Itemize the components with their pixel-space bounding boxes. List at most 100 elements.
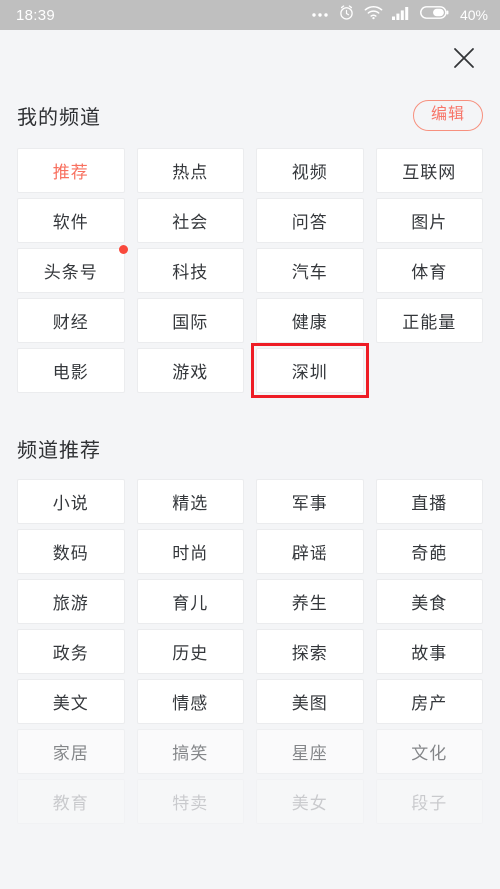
channel-label: 养生: [291, 594, 328, 613]
channel-label: 互联网: [402, 163, 457, 182]
channel-tile-1[interactable]: 热点: [136, 148, 244, 193]
channel-label: 育儿: [172, 594, 209, 613]
channel-label: 图片: [411, 213, 448, 232]
recommend-tile-13[interactable]: 历史: [136, 629, 244, 674]
channel-tile-5[interactable]: 社会: [136, 198, 244, 243]
channel-label: 军事: [291, 494, 328, 513]
channel-tile-12[interactable]: 财经: [17, 298, 125, 343]
channel-label: 体育: [411, 263, 448, 282]
channel-label: 视频: [291, 163, 328, 182]
channel-label: 软件: [52, 213, 89, 232]
channel-label: 游戏: [172, 363, 209, 382]
channel-tile-16[interactable]: 电影: [17, 348, 125, 393]
channel-tile-7[interactable]: 图片: [375, 198, 483, 243]
recommend-tile-8[interactable]: 旅游: [17, 579, 125, 624]
channel-label: 国际: [172, 313, 209, 332]
channel-manager-panel: 我的频道 编辑 推荐 热点 视频 互联网软件 社会 问答 图片头条号 科技 汽车 体育财经 国际 健康…: [0, 30, 500, 889]
close-button[interactable]: [442, 38, 486, 82]
channel-tile-14[interactable]: 健康: [256, 298, 364, 343]
recommend-tile-11[interactable]: 美食: [375, 579, 483, 624]
channel-tile-11[interactable]: 体育: [375, 248, 483, 293]
channel-tile-17[interactable]: 游戏: [136, 348, 244, 393]
channel-tile-0[interactable]: 推荐: [17, 148, 125, 193]
recommend-tile-22[interactable]: 星座: [256, 729, 364, 774]
channel-label: 美食: [411, 594, 448, 613]
edit-button[interactable]: 编辑: [412, 99, 483, 131]
channel-label: 热点: [172, 163, 209, 182]
recommend-tile-17[interactable]: 情感: [136, 679, 244, 724]
recommend-tile-14[interactable]: 探索: [256, 629, 364, 674]
channel-label: 情感: [172, 694, 209, 713]
recommend-tile-0[interactable]: 小说: [17, 479, 125, 524]
battery-icon: [420, 5, 449, 25]
recommend-tile-1[interactable]: 精选: [136, 479, 244, 524]
channel-label: 汽车: [291, 263, 328, 282]
panel-top-bar: [0, 30, 500, 92]
channel-label: 正能量: [402, 313, 457, 332]
channel-label: 文化: [411, 744, 448, 763]
recommend-tile-10[interactable]: 养生: [256, 579, 364, 624]
signal-bars-icon: [391, 6, 411, 25]
channel-tile-3[interactable]: 互联网: [375, 148, 483, 193]
channel-recommend-title: 频道推荐: [17, 439, 101, 462]
close-icon: [451, 45, 477, 76]
channel-tile-6[interactable]: 问答: [256, 198, 364, 243]
channel-tile-13[interactable]: 国际: [136, 298, 244, 343]
channel-tile-15[interactable]: 正能量: [375, 298, 483, 343]
channel-label: 美文: [52, 694, 89, 713]
status-bar: 18:39 40%: [0, 0, 500, 30]
recommend-tile-5[interactable]: 时尚: [136, 529, 244, 574]
channel-label: 房产: [411, 694, 448, 713]
channel-tile-9[interactable]: 科技: [136, 248, 244, 293]
channel-label: 历史: [172, 644, 209, 663]
recommend-tile-27[interactable]: 段子: [375, 779, 483, 824]
channel-label: 星座: [291, 744, 328, 763]
recommend-tile-20[interactable]: 家居: [17, 729, 125, 774]
channel-tile-2[interactable]: 视频: [256, 148, 364, 193]
recommend-tile-18[interactable]: 美图: [256, 679, 364, 724]
channel-label: 旅游: [52, 594, 89, 613]
channel-label: 故事: [411, 644, 448, 663]
recommend-tile-21[interactable]: 搞笑: [136, 729, 244, 774]
status-indicators: 40%: [311, 4, 488, 26]
recommend-tile-6[interactable]: 辟谣: [256, 529, 364, 574]
channel-label: 搞笑: [172, 744, 209, 763]
channel-label: 奇葩: [411, 544, 448, 563]
channel-label: 健康: [291, 313, 328, 332]
channel-label: 段子: [411, 794, 448, 813]
recommend-tile-15[interactable]: 故事: [375, 629, 483, 674]
recommend-tile-4[interactable]: 数码: [17, 529, 125, 574]
my-channels-header: 我的频道 编辑: [0, 92, 500, 138]
channel-label: 美女: [291, 794, 328, 813]
recommend-tile-19[interactable]: 房产: [375, 679, 483, 724]
recommend-tile-2[interactable]: 军事: [256, 479, 364, 524]
recommend-tile-25[interactable]: 特卖: [136, 779, 244, 824]
channel-label: 科技: [172, 263, 209, 282]
recommend-tile-23[interactable]: 文化: [375, 729, 483, 774]
recommend-tile-9[interactable]: 育儿: [136, 579, 244, 624]
unread-badge-dot: [118, 245, 128, 254]
channel-label: 问答: [291, 213, 328, 232]
channel-label: 小说: [52, 494, 89, 513]
channel-label: 美图: [291, 694, 328, 713]
my-channels-title: 我的频道: [17, 106, 101, 129]
recommend-tile-26[interactable]: 美女: [256, 779, 364, 824]
battery-percent-label: 40%: [459, 7, 488, 23]
recommend-tile-12[interactable]: 政务: [17, 629, 125, 674]
channel-label: 精选: [172, 494, 209, 513]
recommend-tile-7[interactable]: 奇葩: [375, 529, 483, 574]
my-channels-grid: 推荐 热点 视频 互联网软件 社会 问答 图片头条号 科技 汽车 体育财经 国际 健康 正能量电影 游戏 深…: [0, 148, 500, 393]
recommend-tile-24[interactable]: 教育: [17, 779, 125, 824]
channel-tile-10[interactable]: 汽车: [256, 248, 364, 293]
recommend-tile-3[interactable]: 直播: [375, 479, 483, 524]
channel-label: 辟谣: [291, 544, 328, 563]
channel-tile-18[interactable]: 深圳: [256, 348, 364, 393]
channel-label: 推荐: [52, 163, 89, 182]
channel-recommend-grid: 小说 精选 军事 直播数码 时尚 辟谣 奇葩旅游 育儿 养生 美食政务 历史 探索 故事美文 情感 美图 房产…: [0, 479, 500, 824]
channel-label: 头条号: [43, 263, 98, 282]
channel-label: 数码: [52, 544, 89, 563]
channel-tile-4[interactable]: 软件: [17, 198, 125, 243]
recommend-tile-16[interactable]: 美文: [17, 679, 125, 724]
channel-label: 家居: [52, 744, 89, 763]
channel-tile-8[interactable]: 头条号: [17, 245, 128, 293]
